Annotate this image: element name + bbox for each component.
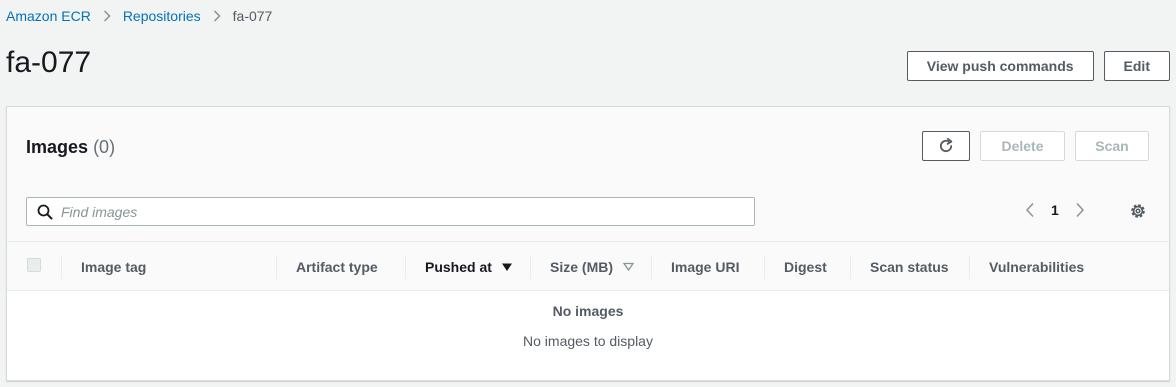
search-icon [37, 204, 53, 220]
sort-descending-icon [501, 262, 513, 272]
find-images-search [26, 197, 755, 226]
next-page-icon[interactable] [1075, 202, 1085, 218]
view-push-commands-button[interactable]: View push commands [906, 51, 1094, 81]
refresh-icon [937, 137, 955, 155]
previous-page-icon[interactable] [1025, 202, 1035, 218]
find-images-input[interactable] [61, 203, 701, 220]
gear-icon[interactable] [1129, 202, 1147, 220]
column-divider [764, 255, 765, 279]
images-table-header: Image tag Artifact type Pushed at Size (… [7, 242, 1169, 291]
column-divider [850, 255, 851, 279]
column-divider [405, 255, 406, 279]
chevron-right-icon [213, 10, 221, 22]
column-header-scan-status[interactable]: Scan status [870, 242, 949, 291]
images-count: (0) [93, 137, 116, 157]
delete-button[interactable]: Delete [980, 131, 1065, 161]
chevron-right-icon [103, 10, 111, 22]
breadcrumb-amazon-ecr[interactable]: Amazon ECR [6, 8, 91, 24]
breadcrumb: Amazon ECR Repositories fa-077 [6, 8, 272, 24]
column-divider [61, 255, 62, 279]
images-panel: Images (0) Delete Scan Find images 1 Ima… [6, 106, 1170, 381]
header-actions: View push commands Edit [906, 51, 1170, 81]
page-number[interactable]: 1 [1051, 202, 1059, 218]
pagination: 1 [1025, 202, 1085, 218]
column-header-image-tag[interactable]: Image tag [81, 242, 146, 291]
scan-button[interactable]: Scan [1075, 131, 1149, 161]
empty-state-description: No images to display [523, 333, 653, 349]
column-header-artifact-type[interactable]: Artifact type [296, 242, 378, 291]
empty-state: No images No images to display [7, 291, 1169, 349]
column-divider [276, 255, 277, 279]
images-panel-header: Images (0) Delete Scan Find images 1 [7, 107, 1169, 242]
page-title: fa-077 [6, 46, 92, 79]
column-header-vulnerabilities[interactable]: Vulnerabilities [989, 242, 1084, 291]
column-divider [530, 255, 531, 279]
empty-state-title: No images [552, 303, 624, 319]
column-header-pushed-at[interactable]: Pushed at [425, 242, 513, 291]
select-all-checkbox[interactable] [27, 258, 41, 272]
column-header-digest[interactable]: Digest [784, 242, 827, 291]
size-label: Size (MB) [550, 258, 613, 275]
column-divider [651, 255, 652, 279]
column-header-size[interactable]: Size (MB) [550, 242, 634, 291]
refresh-button[interactable] [922, 131, 970, 161]
images-title-label: Images [26, 137, 89, 157]
column-divider [969, 255, 970, 279]
sort-icon [623, 262, 634, 271]
column-header-image-uri[interactable]: Image URI [671, 242, 739, 291]
pushed-at-label: Pushed at [425, 258, 492, 275]
breadcrumb-current: fa-077 [232, 8, 273, 24]
images-panel-actions: Delete Scan [922, 131, 1149, 161]
edit-button[interactable]: Edit [1103, 51, 1170, 81]
breadcrumb-repositories[interactable]: Repositories [123, 8, 201, 24]
images-panel-title: Images (0) [26, 137, 115, 158]
